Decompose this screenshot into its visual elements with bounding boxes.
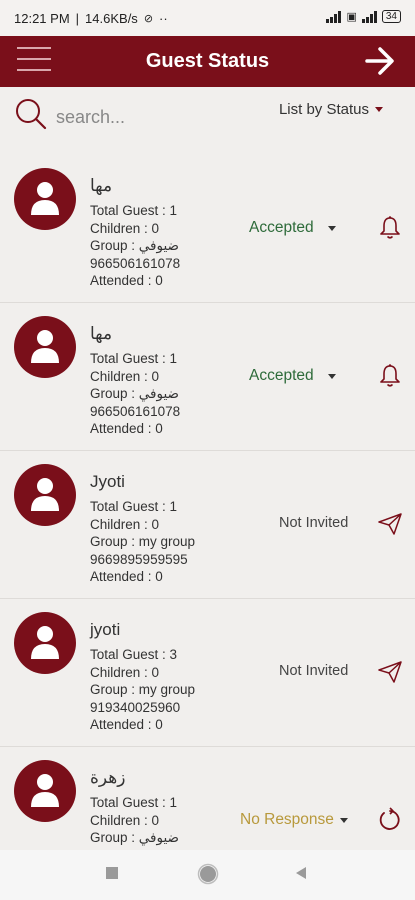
guest-phone: 966506161078: [90, 403, 181, 419]
guest-details: Total Guest : 1 Children : 0 Group : ضيو…: [90, 350, 180, 438]
guest-phone: 966506161078: [90, 255, 181, 271]
app-header: Guest Status: [0, 36, 415, 87]
guest-list: مها Total Guest : 1 Children : 0 Group :…: [0, 155, 415, 895]
signal-icon: [326, 10, 342, 23]
guest-group: Group : ضيوفي: [90, 238, 179, 253]
avatar: [14, 612, 76, 674]
status-label: Accepted: [249, 219, 314, 236]
signal-icon-2: [361, 10, 377, 23]
guest-phone: 919340025960: [90, 699, 181, 715]
guest-group: Group : ضيوفي: [90, 386, 179, 401]
guest-group: Group : my group: [90, 682, 196, 697]
send-icon[interactable]: [377, 659, 403, 685]
guest-attended: Attended : 0: [90, 421, 163, 436]
person-icon: [31, 182, 59, 215]
arrow-right-icon: [365, 47, 394, 75]
status-label-container: Not Invited: [279, 515, 348, 531]
status-dropdown[interactable]: Accepted: [249, 219, 336, 237]
forward-arrow-button[interactable]: [363, 45, 397, 77]
guest-total: Total Guest : 1: [90, 351, 178, 366]
guest-group: Group : ضيوفي: [90, 830, 179, 845]
caret-down-icon: [327, 225, 336, 231]
guest-children: Children : 0: [90, 664, 160, 680]
home-button[interactable]: [197, 863, 219, 885]
guest-attended: Attended : 0: [90, 717, 163, 732]
search-bar: List by Status: [0, 87, 415, 145]
volte-icon: ▣: [346, 11, 357, 23]
page-title: Guest Status: [145, 50, 270, 72]
guest-row[interactable]: Jyoti Total Guest : 1 Children : 0 Group…: [0, 451, 415, 599]
status-dropdown[interactable]: No Response: [240, 811, 348, 829]
bell-icon[interactable]: [377, 215, 403, 241]
search-input[interactable]: [54, 101, 248, 133]
guest-row[interactable]: jyoti Total Guest : 3 Children : 0 Group…: [0, 599, 415, 747]
refresh-icon[interactable]: [377, 807, 403, 833]
avatar: [14, 760, 76, 822]
guest-attended: Attended : 0: [90, 273, 163, 288]
guest-children: Children : 0: [90, 812, 160, 828]
sort-dropdown[interactable]: List by Status: [279, 101, 383, 118]
avatar: [14, 316, 76, 378]
system-nav-bar: [0, 850, 415, 900]
status-dropdown[interactable]: Accepted: [249, 367, 336, 385]
status-more: ··: [159, 11, 168, 26]
recent-apps-button[interactable]: [104, 865, 120, 881]
guest-group: Group : my group: [90, 534, 196, 549]
status-bar: 12:21 PM | 14.6KB/s ⊘ ·· ▣ 34: [0, 0, 415, 36]
person-icon: [31, 774, 59, 807]
guest-name: مها: [90, 324, 113, 343]
guest-attended: Attended : 0: [90, 569, 163, 584]
guest-row[interactable]: مها Total Guest : 1 Children : 0 Group :…: [0, 303, 415, 451]
guest-total: Total Guest : 1: [90, 203, 178, 218]
status-net-speed: 14.6KB/s: [85, 11, 138, 26]
avatar: [14, 168, 76, 230]
wifi-off-icon: ⊘: [143, 13, 154, 25]
status-label-container: Not Invited: [279, 663, 348, 679]
guest-details: Total Guest : 1 Children : 0 Group : my …: [90, 498, 195, 586]
caret-down-icon: [327, 373, 336, 379]
battery-icon: 34: [381, 10, 401, 23]
send-icon[interactable]: [377, 511, 403, 537]
guest-phone: 9669895959595: [90, 551, 188, 567]
guest-name: jyoti: [90, 620, 121, 639]
person-icon: [31, 330, 59, 363]
back-button[interactable]: [293, 865, 309, 881]
guest-children: Children : 0: [90, 368, 160, 384]
caret-down-icon: [375, 107, 383, 112]
guest-total: Total Guest : 1: [90, 499, 178, 514]
status-time: 12:21 PM: [14, 11, 70, 26]
guest-children: Children : 0: [90, 220, 160, 236]
guest-total: Total Guest : 1: [90, 795, 178, 810]
guest-total: Total Guest : 3: [90, 647, 178, 662]
status-label: Not Invited: [279, 515, 349, 531]
status-label: Accepted: [249, 367, 314, 384]
guest-details: Total Guest : 1 Children : 0 Group : ضيو…: [90, 202, 180, 290]
bell-icon[interactable]: [377, 363, 403, 389]
guest-name: Jyoti: [90, 472, 125, 491]
status-label: No Response: [240, 811, 334, 828]
sort-dropdown-label: List by Status: [278, 101, 369, 118]
caret-down-icon: [339, 817, 348, 823]
status-label: Not Invited: [279, 663, 349, 679]
guest-name: زهرة: [90, 768, 126, 787]
avatar: [14, 464, 76, 526]
person-icon: [31, 626, 59, 659]
guest-row[interactable]: مها Total Guest : 1 Children : 0 Group :…: [0, 155, 415, 303]
guest-name: مها: [90, 176, 113, 195]
search-icon[interactable]: [14, 97, 48, 131]
guest-details: Total Guest : 3 Children : 0 Group : my …: [90, 646, 195, 734]
guest-children: Children : 0: [90, 516, 160, 532]
person-icon: [31, 478, 59, 511]
